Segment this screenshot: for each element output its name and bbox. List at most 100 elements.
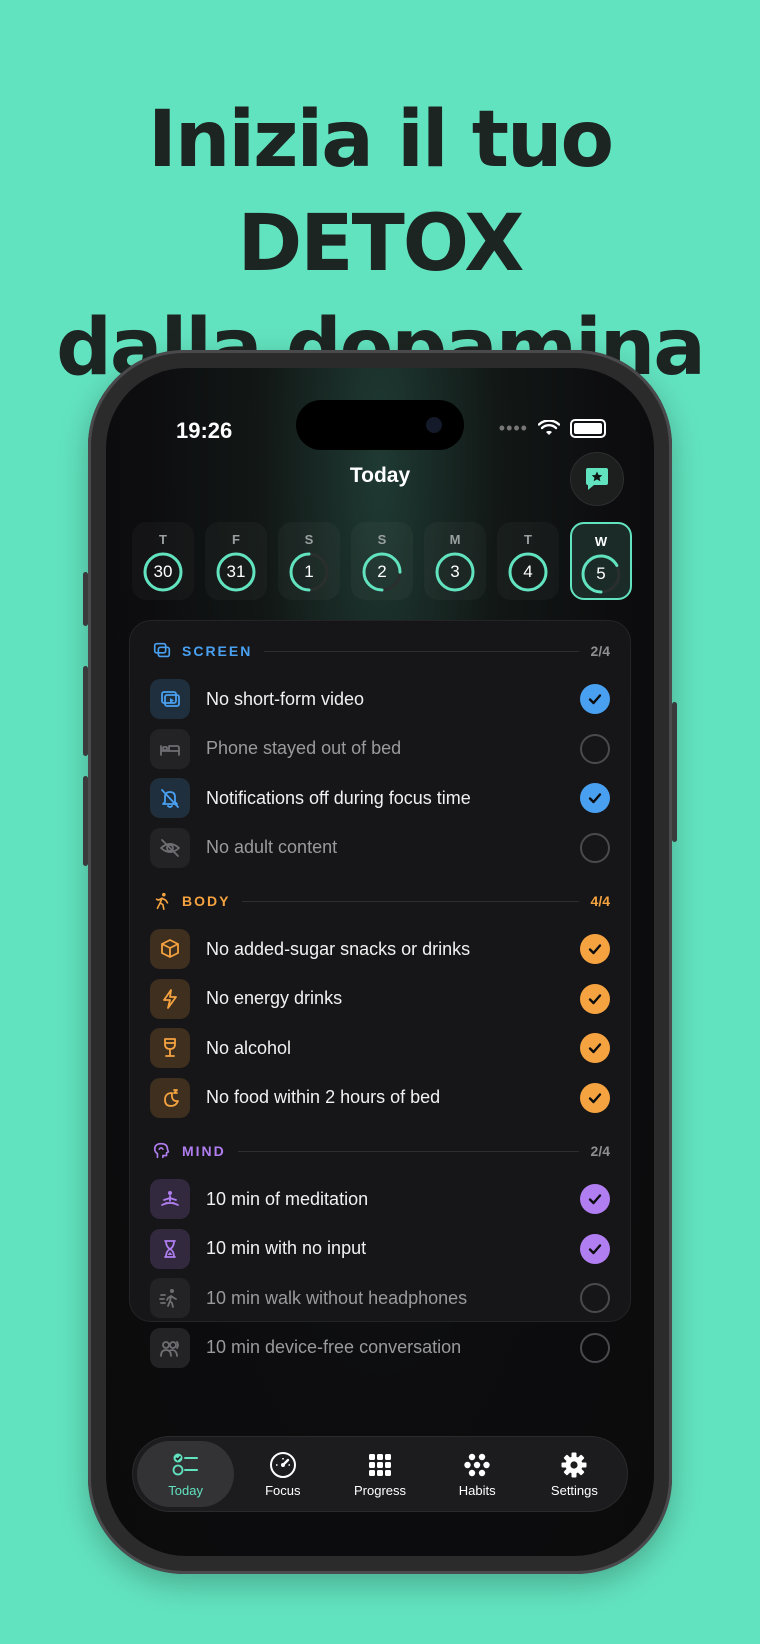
tab-label: Progress [353,1482,407,1498]
status-time: 19:26 [176,418,233,443]
task-row[interactable]: No food within 2 hours of bed [150,1076,610,1120]
task-checkbox-empty[interactable] [580,733,610,764]
task-label: No food within 2 hours of bed [206,1087,441,1107]
hourglass-icon [150,1228,190,1269]
wine-glass-icon [150,1028,190,1068]
task-row[interactable]: Notifications off during focus time [150,776,610,820]
day-letter: S [304,532,314,547]
task-row[interactable]: 10 min device-free conversation [150,1326,610,1370]
section-count: 2/4 [590,643,610,659]
section-label: BODY [182,893,231,909]
task-row[interactable]: No added-sugar snacks or drinks [150,927,610,971]
section-header-screen: SCREEN 2/4 [152,639,610,663]
tab-habits[interactable]: Habits [429,1441,526,1507]
task-checkbox-empty[interactable] [580,1283,610,1313]
day-letter: W [594,534,608,549]
checklist-card: SCREEN 2/4 No short-form video Phone stayed… [129,620,631,1368]
tab-label: Settings [550,1482,598,1498]
day-5[interactable]: T4 [497,522,559,600]
section-label: SCREEN [182,643,253,659]
day-progress-ring: 1 [288,551,330,593]
task-checkbox-checked[interactable] [580,684,610,714]
task-checkbox-checked[interactable] [580,983,610,1014]
day-progress-ring: 31 [215,551,257,593]
app-screen: 19:26 •••• Today T 30 F 31 S 1 S 2 M 3 T 4 W 5 SCREEN… [106,368,654,1556]
running-icon [152,891,172,911]
day-number: 3 [450,562,460,581]
task-checkbox-checked[interactable] [580,1233,610,1264]
task-label: 10 min with no input [206,1238,367,1258]
task-row[interactable]: No energy drinks [150,977,610,1021]
task-label: Phone stayed out of bed [206,738,402,758]
section-count: 4/4 [590,893,610,909]
day-progress-ring: 3 [434,551,476,593]
feedback-button[interactable] [570,452,624,506]
cube-icon [150,929,190,969]
meditation-icon [150,1179,190,1219]
eye-slash-icon [150,827,190,868]
task-row[interactable]: No alcohol [150,1026,610,1070]
camera-dot [426,417,442,433]
task-label: No added-sugar snacks or drinks [206,938,471,959]
task-label: No adult content [206,837,338,857]
section-header-body: BODY 4/4 [152,889,610,913]
task-label: 10 min of meditation [206,1188,369,1209]
phone-frame: 19:26 •••• Today T 30 F 31 S 1 S 2 M 3 T 4 W 5 SCREEN… [83,350,677,1574]
task-row[interactable]: Phone stayed out of bed [150,727,610,771]
section-divider [237,1150,579,1152]
task-label: No short-form video [206,688,365,709]
volume-up-button [83,666,88,756]
tab-focus[interactable]: Focus [234,1441,331,1507]
day-letter: S [377,532,387,547]
battery-icon [570,419,606,438]
task-row[interactable]: No adult content [150,826,610,870]
task-checkbox-checked[interactable] [580,1082,610,1113]
task-checkbox-empty[interactable] [580,1332,610,1363]
task-checkbox-checked[interactable] [580,783,610,813]
day-number: 2 [377,562,387,581]
task-label: 10 min device-free conversation [206,1337,462,1357]
tab-label: Habits [458,1482,496,1498]
task-label: No energy drinks [206,988,343,1008]
video-icon [150,679,190,719]
tab-today[interactable]: Today [137,1441,235,1507]
checklist-icon [172,1453,198,1475]
day-number: 1 [304,562,314,581]
tab-progress[interactable]: Progress [331,1441,428,1507]
day-letter: T [159,532,167,547]
task-checkbox-checked[interactable] [580,934,610,964]
headline-line-1: Inizia il tuo DETOX [147,95,614,289]
day-4[interactable]: M3 [424,522,486,600]
day-0[interactable]: T 30 [132,522,194,600]
bell-slash-icon [150,778,190,818]
day-3[interactable]: S2 [351,522,413,600]
day-progress-ring: 4 [507,551,549,593]
day-number: 31 [226,562,246,581]
tab-settings[interactable]: Settings [526,1441,623,1507]
task-row[interactable]: No short-form video [150,677,610,721]
tab-label: Today [168,1482,203,1498]
task-checkbox-empty[interactable] [580,832,610,863]
task-row[interactable]: 10 min with no input [150,1227,610,1271]
task-checkbox-checked[interactable] [580,1184,610,1214]
head-icon [152,1141,172,1161]
signal-icon: •••• [498,418,528,438]
action-button [83,572,88,626]
day-2[interactable]: S1 [278,522,340,600]
gear-icon [561,1452,587,1477]
day-6[interactable]: W5 [570,522,632,600]
task-row[interactable]: 10 min of meditation [150,1177,610,1221]
section-count: 2/4 [590,1143,610,1159]
volume-down-button [83,776,88,866]
section-label: MIND [182,1143,226,1159]
day-1[interactable]: F 31 [205,522,267,600]
day-number: 5 [596,564,606,583]
day-number: 30 [153,562,173,581]
day-progress-ring: 30 [142,551,184,593]
moon-zzz-icon [150,1077,190,1118]
tab-bar: Today Focus Progress Habits Settings [132,1436,628,1512]
week-strip: T 30 F 31 S 1 S 2 M 3 T 4 W 5 [132,522,632,600]
task-row[interactable]: 10 min walk without headphones [150,1276,610,1320]
section-divider [242,900,579,902]
task-checkbox-checked[interactable] [580,1033,610,1063]
